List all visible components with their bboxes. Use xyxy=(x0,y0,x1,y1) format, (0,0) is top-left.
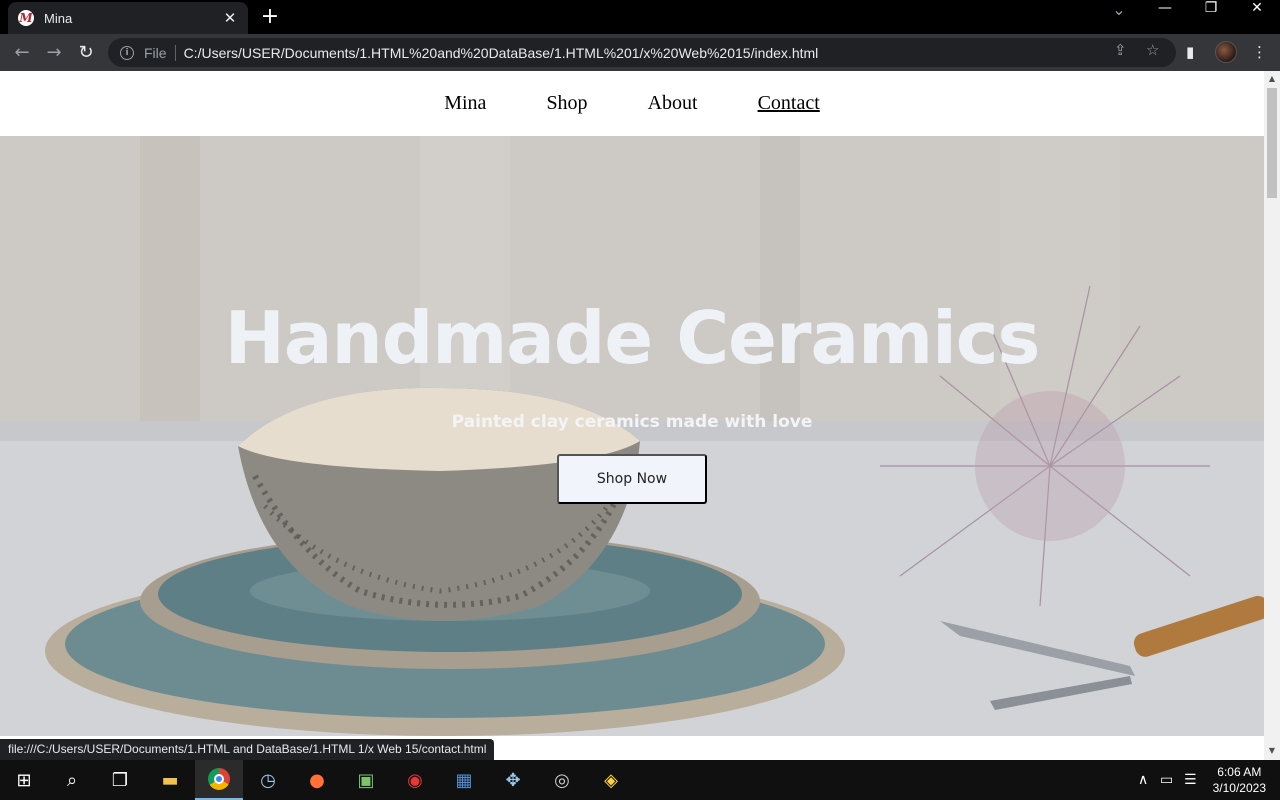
divider xyxy=(174,44,176,61)
show-hidden-icons-icon[interactable]: ∧ xyxy=(1138,760,1148,800)
nav-link-mina[interactable]: Mina xyxy=(444,92,486,115)
page-viewport: Mina Shop About Contact Handmade Ceramic… xyxy=(0,71,1264,736)
tab-title: Mina xyxy=(44,10,73,26)
minimize-button[interactable]: — xyxy=(1142,0,1188,30)
task-view-icon[interactable]: ❐ xyxy=(96,760,144,800)
url-text[interactable]: C:/Users/USER/Documents/1.HTML%20and%20D… xyxy=(184,45,819,61)
menu-kebab-icon[interactable]: ⋮ xyxy=(1252,43,1267,61)
game-controller-icon[interactable]: ✥ xyxy=(489,760,537,800)
file-chip: File xyxy=(144,44,167,61)
screen: M Mina ✕ + ⌄ — ❐ ✕ ← → ↻ i File C:/Users… xyxy=(0,0,1280,800)
browser-toolbar: ← → ↻ i File C:/Users/USER/Documents/1.H… xyxy=(0,34,1280,71)
tab-search-icon[interactable]: ⌄ xyxy=(1096,0,1142,30)
scroll-thumb[interactable] xyxy=(1267,88,1277,198)
clock-time: 6:06 AM xyxy=(1217,765,1262,779)
favicon-icon: M xyxy=(18,10,34,26)
new-tab-button[interactable]: + xyxy=(258,5,282,29)
android-studio-icon[interactable]: ▣ xyxy=(342,760,390,800)
nav-link-shop[interactable]: Shop xyxy=(546,92,587,115)
file-explorer-icon[interactable]: ▬ xyxy=(146,760,194,800)
hero-subtitle: Painted clay ceramics made with love xyxy=(451,412,813,432)
hero-section: Handmade Ceramics Painted clay ceramics … xyxy=(0,136,1264,736)
hero-title: Handmade Ceramics xyxy=(224,296,1041,380)
search-icon[interactable]: ⌕ xyxy=(48,760,96,800)
address-bar[interactable]: i File C:/Users/USER/Documents/1.HTML%20… xyxy=(108,38,1176,67)
bookmark-star-icon[interactable]: ☆ xyxy=(1146,41,1159,59)
reload-icon[interactable]: ↻ xyxy=(72,39,100,67)
forward-icon[interactable]: → xyxy=(40,39,68,67)
clock-date: 3/10/2023 xyxy=(1212,781,1266,795)
close-window-button[interactable]: ✕ xyxy=(1234,0,1280,30)
obs-icon[interactable]: ◎ xyxy=(538,760,586,800)
side-panel-icon[interactable]: ▮ xyxy=(1186,43,1194,61)
profile-avatar[interactable] xyxy=(1215,41,1237,63)
hero-background-image xyxy=(0,136,1264,736)
screen-recorder-icon[interactable]: ◉ xyxy=(391,760,439,800)
scroll-down-icon[interactable]: ▼ xyxy=(1264,743,1280,759)
tab-strip: M Mina ✕ + ⌄ — ❐ ✕ xyxy=(0,0,1280,34)
chrome-icon[interactable] xyxy=(195,760,243,800)
windows-taskbar: ⊞ ⌕ ❐ ▬ ◷ ● ▣ ◉ ▦ ✥ ◎ ◈ ∧ ▭ ☰ 6:06 AM 3/… xyxy=(0,760,1280,800)
share-icon[interactable]: ⇪ xyxy=(1114,41,1127,59)
restore-button[interactable]: ❐ xyxy=(1188,0,1234,30)
scroll-up-icon[interactable]: ▲ xyxy=(1264,71,1280,87)
close-tab-icon[interactable]: ✕ xyxy=(222,9,238,27)
windows-start-icon[interactable]: ⊞ xyxy=(0,760,48,800)
link-status-bar: file:///C:/Users/USER/Documents/1.HTML a… xyxy=(0,739,495,760)
nav-link-about[interactable]: About xyxy=(648,92,698,115)
back-icon[interactable]: ← xyxy=(8,39,36,67)
info-icon[interactable]: i xyxy=(120,45,134,60)
shop-now-button[interactable]: Shop Now xyxy=(557,454,707,504)
python-icon[interactable]: ◈ xyxy=(587,760,635,800)
firefox-icon[interactable]: ● xyxy=(293,760,341,800)
browser-tab[interactable]: M Mina ✕ xyxy=(8,2,248,34)
site-navigation: Mina Shop About Contact xyxy=(0,71,1264,136)
taskbar-clock[interactable]: 6:06 AM 3/10/2023 xyxy=(1213,764,1266,796)
network-icon[interactable]: ▭ xyxy=(1160,760,1173,800)
clock-app-icon[interactable]: ◷ xyxy=(244,760,292,800)
calculator-icon[interactable]: ▦ xyxy=(440,760,488,800)
page-scrollbar[interactable]: ▲ ▼ xyxy=(1264,71,1280,760)
notifications-icon[interactable]: ☰ xyxy=(1184,760,1197,800)
nav-link-contact[interactable]: Contact xyxy=(758,92,820,115)
